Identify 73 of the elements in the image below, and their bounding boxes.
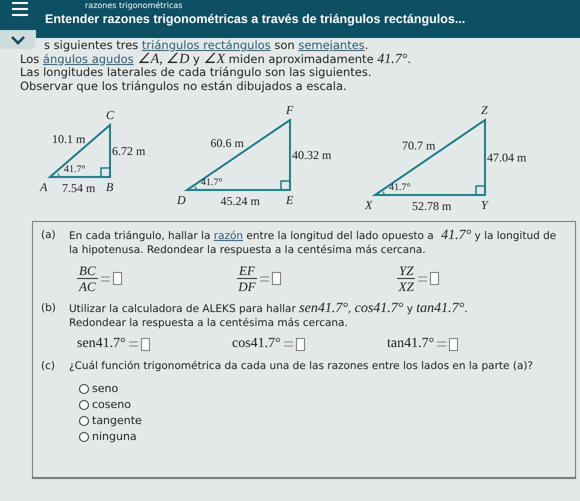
math-expression: 41.7° (441, 228, 472, 243)
fraction-denominator: XZ (398, 279, 414, 294)
math-expression: sen41.7° (299, 301, 348, 316)
math-expression: cos41.7° (232, 336, 281, 352)
menu-icon[interactable] (12, 2, 28, 16)
fraction-numerator: YZ (397, 263, 416, 279)
vertex-label: C (106, 108, 114, 122)
link[interactable]: triángulos rectángulos (142, 38, 271, 52)
math-expression: ∠X (203, 52, 226, 66)
equals-sign-icon (260, 276, 269, 282)
link[interactable]: semejantes (298, 38, 365, 52)
radio-option[interactable]: seno (79, 382, 118, 396)
math-expression: tan41.7° (387, 336, 434, 352)
link[interactable]: razón (214, 230, 244, 242)
collapse-button[interactable] (0, 30, 36, 49)
instruction-text: En cada triángulo, hallar la razón entre la longitud del lado opuesto a 41.7° y la longitud de la hipotenusa. Redondear la respuesta a la centésima más cercana. (69, 229, 558, 257)
vertex-label: E (286, 193, 294, 205)
question-text: ¿Cuál función trigonométrica da cada una de las razones entre los lados en la parte (a)? (69, 360, 534, 374)
answer-box[interactable] (272, 272, 281, 285)
intro-sentence: Observar que los triángulos no están dibujados a escala. (20, 80, 348, 93)
chevron-down-icon (10, 34, 26, 44)
part-label: (c) (41, 360, 56, 374)
right-triangle-drawing (47, 122, 111, 178)
equals-sign-icon (284, 341, 293, 347)
adjacent-side-length: 52.78 m (412, 199, 452, 213)
angle-label: 41.7° (64, 164, 86, 175)
fraction-numerator: BC (77, 263, 98, 279)
math-expression: sen41.7° (77, 336, 126, 352)
intro-sentence: Las longitudes laterales de cada triángulo son las siguientes. (20, 66, 372, 80)
equals-sign-icon (418, 276, 428, 282)
vertex-label: A (40, 180, 48, 194)
hypotenuse-length: 60.6 m (210, 136, 244, 150)
opposite-side-length: 6.72 m (112, 144, 146, 158)
equals-sign-icon (100, 276, 110, 282)
intro-sentence: Los ángulos agudos ∠A, ∠D y ∠X miden aproximadamente 41.7°. (20, 52, 412, 66)
math-expression: ∠A, ∠D (138, 52, 190, 66)
angle-label: 41.7° (201, 177, 222, 188)
part-label: (b) (41, 302, 57, 316)
page-title: Entender razones trigonométricas a través de triángulos rectángulos... (45, 12, 466, 26)
opposite-side-length: 40.32 m (292, 148, 332, 162)
answer-box[interactable] (449, 338, 458, 350)
radio-option[interactable]: tangente (79, 414, 142, 428)
adjacent-side-length: 45.24 m (220, 194, 260, 205)
math-expression: 41.7° (377, 52, 408, 66)
equals-sign-icon (437, 341, 446, 347)
fraction-numerator: EF (237, 263, 257, 279)
hypotenuse-length: 10.1 m (52, 132, 86, 146)
radio-option[interactable]: coseno (79, 398, 131, 412)
instruction-text: Utilizar la calculadora de ALEKS para hallar sen41.7°, cos41.7° y tan41.7°. (69, 302, 468, 316)
equals-sign-icon (128, 341, 138, 347)
vertex-label: Z (481, 103, 488, 117)
fraction-denominator: AC (79, 279, 96, 294)
math-expression: tan41.7° (416, 301, 464, 316)
link[interactable]: ángulos agudos (42, 52, 134, 66)
fraction-denominator: DF (238, 279, 256, 294)
adjacent-side-length: 7.54 m (62, 181, 96, 195)
vertex-label: X (365, 198, 372, 212)
math-expression: cos41.7° (354, 301, 404, 316)
answer-box[interactable] (112, 272, 122, 285)
vertex-label: B (106, 180, 114, 194)
radio-option[interactable]: ninguna (79, 430, 137, 444)
vertex-label: D (177, 193, 186, 205)
answer-box[interactable] (140, 338, 150, 350)
vertex-label: Y (481, 198, 488, 212)
angle-label: 41.7° (389, 182, 410, 193)
answer-box[interactable] (430, 272, 440, 285)
instruction-text: Redondear la respuesta a la centésima más cercana. (69, 316, 349, 330)
answer-box[interactable] (296, 338, 305, 350)
opposite-side-length: 47.04 m (487, 150, 526, 164)
vertex-label: F (286, 103, 294, 117)
breadcrumb: razones trigonométricas (84, 1, 184, 10)
hypotenuse-length: 70.7 m (402, 138, 436, 152)
part-label: (a) (41, 229, 57, 243)
